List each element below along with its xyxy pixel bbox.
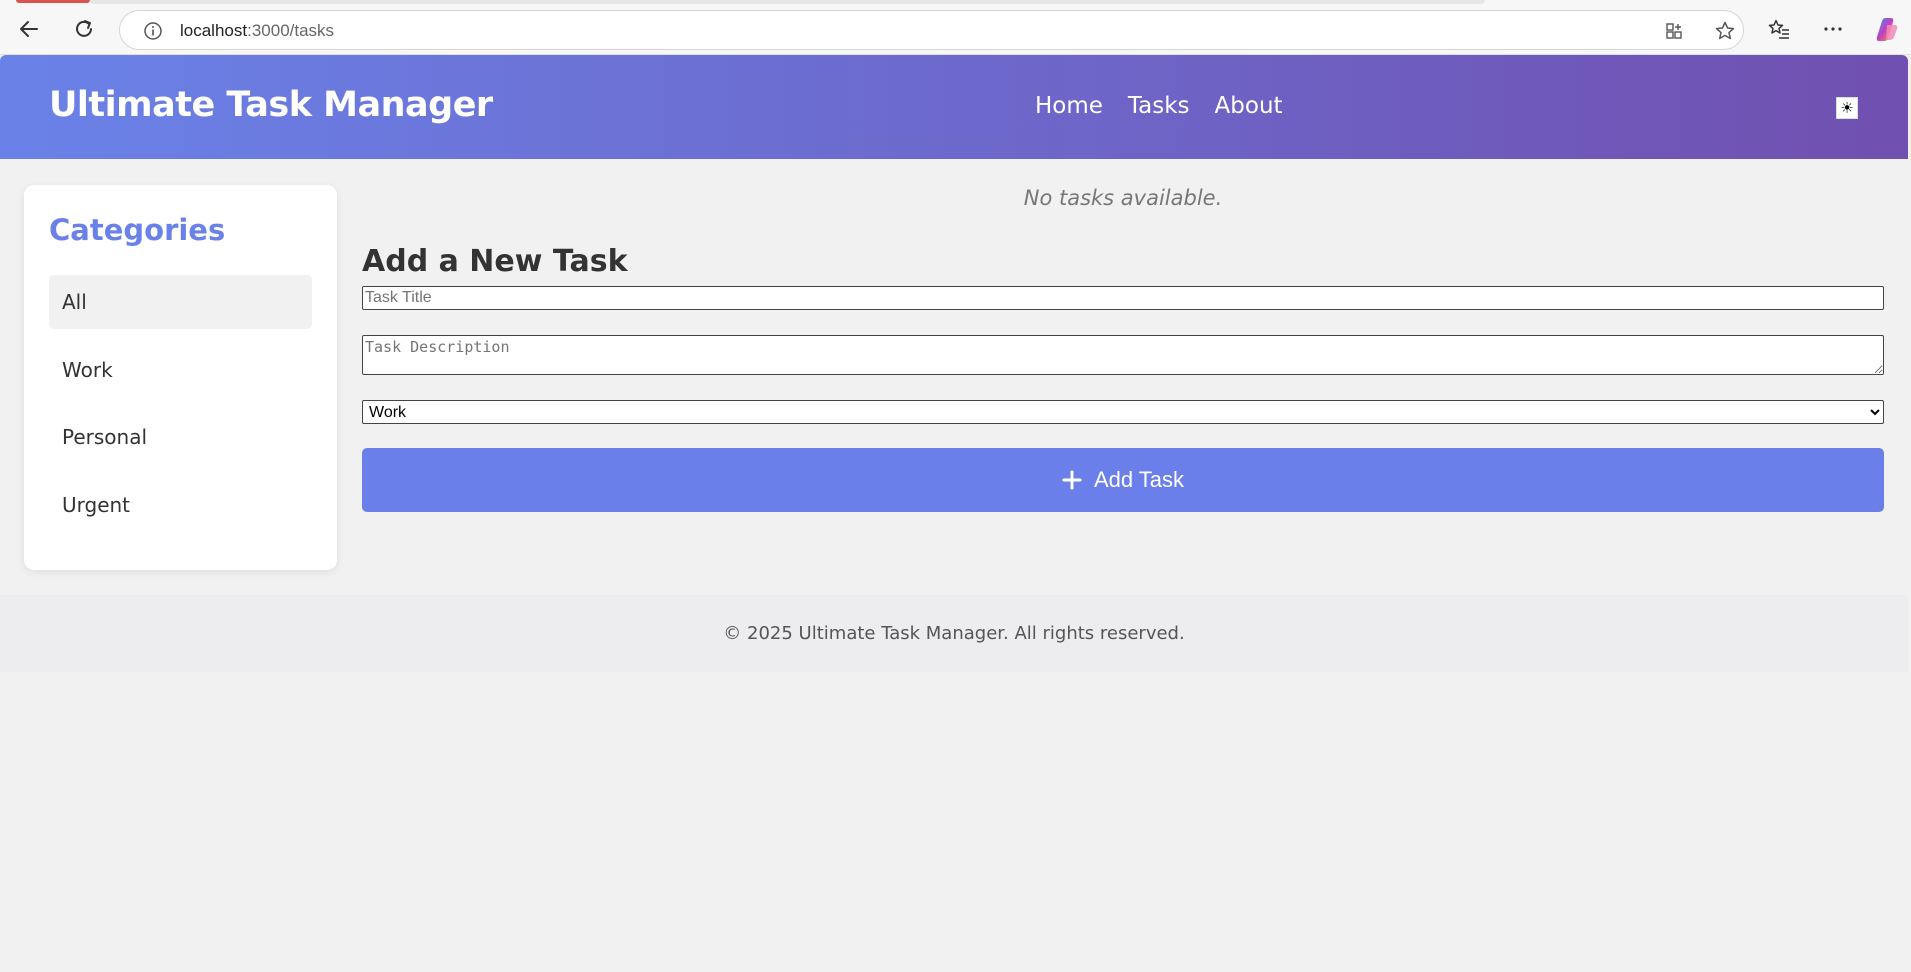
category-personal[interactable]: Personal [49,410,312,464]
favorites-list-icon [1768,19,1789,39]
app-header: Ultimate Task Manager Home Tasks About ☀ [0,55,1908,159]
url-text[interactable]: localhost:3000/tasks [180,20,334,42]
add-task-button[interactable]: Add Task [362,448,1884,512]
app-footer: © 2025 Ultimate Task Manager. All rights… [0,595,1908,672]
empty-tasks-message: No tasks available. [1023,186,1223,210]
nav-home-link[interactable]: Home [1035,93,1103,119]
reload-button[interactable] [67,12,101,46]
add-task-button-label: Add Task [1093,467,1185,492]
site-info-icon[interactable] [142,20,164,42]
plus-icon [1062,470,1082,490]
favorite-star-icon[interactable] [1713,20,1737,42]
category-urgent[interactable]: Urgent [49,478,312,532]
more-menu-button[interactable] [1816,12,1850,46]
nav-about-link[interactable]: About [1215,93,1283,119]
app-title[interactable]: Ultimate Task Manager [49,85,493,125]
nav-tasks-link[interactable]: Tasks [1128,93,1190,119]
categories-sidebar: Categories All Work Personal Urgent [24,185,337,570]
tab-strip [90,0,1485,4]
app-available-icon[interactable] [1662,20,1686,42]
back-arrow-icon [20,21,38,37]
copilot-button[interactable] [1870,12,1904,46]
browser-toolbar: localhost:3000/tasks [0,0,1911,55]
task-category-select[interactable]: Work [362,400,1884,424]
category-work[interactable]: Work [49,343,312,397]
active-tab-indicator [16,0,90,3]
main-nav: Home Tasks About [1035,93,1283,119]
more-dots-icon [1824,27,1842,31]
task-title-input[interactable] [362,286,1884,310]
footer-copyright: © 2025 Ultimate Task Manager. All rights… [723,623,1185,644]
back-button[interactable] [12,12,46,46]
theme-toggle-button[interactable]: ☀ [1836,97,1858,119]
add-task-heading: Add a New Task [362,244,628,279]
task-description-input[interactable] [362,335,1884,375]
address-bar[interactable]: localhost:3000/tasks [119,10,1744,50]
sidebar-title: Categories [49,213,226,247]
url-host: localhost [180,21,248,40]
reload-icon [76,20,92,37]
url-path: :3000/tasks [247,21,335,40]
sun-icon: ☀ [1840,98,1854,117]
favorites-button[interactable] [1762,12,1796,46]
copilot-icon [1876,18,1898,41]
category-all[interactable]: All [49,275,312,329]
